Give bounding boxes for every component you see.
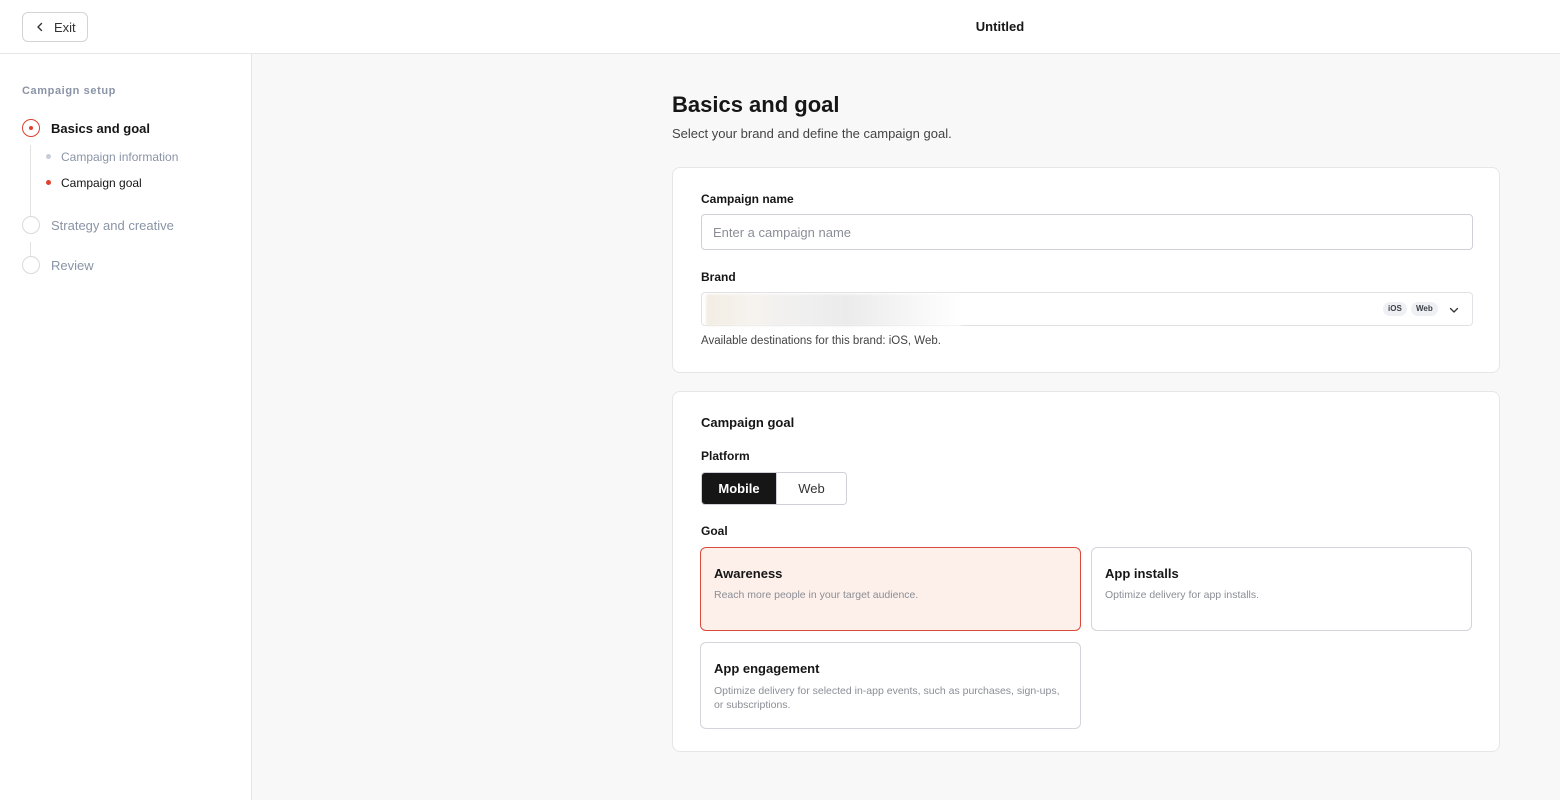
goal-description: Optimize delivery for app installs. — [1105, 589, 1260, 601]
platform-web-button[interactable]: Web — [775, 473, 846, 504]
platform-toggle: Mobile Web — [701, 472, 847, 505]
brand-label: Brand — [701, 270, 736, 284]
goal-option-awareness[interactable]: Awareness Reach more people in your targ… — [700, 547, 1081, 631]
substep-campaign-information[interactable]: Campaign information — [61, 150, 178, 164]
goal-title: App installs — [1105, 566, 1179, 581]
step-indicator-basics — [22, 119, 40, 137]
goal-description: Reach more people in your target audienc… — [714, 589, 919, 601]
step-review[interactable]: Review — [51, 258, 94, 273]
sidebar-heading: Campaign setup — [22, 85, 116, 97]
step-basics-and-goal[interactable]: Basics and goal — [51, 121, 150, 136]
top-bar: Exit Untitled — [0, 0, 1560, 54]
goal-option-app-engagement[interactable]: App engagement Optimize delivery for sel… — [700, 642, 1081, 729]
platform-mobile-button[interactable]: Mobile — [702, 473, 776, 504]
campaign-name-input[interactable] — [701, 214, 1473, 250]
goal-option-app-installs[interactable]: App installs Optimize delivery for app i… — [1091, 547, 1472, 631]
setup-sidebar: Campaign setup Basics and goal Campaign … — [0, 54, 252, 800]
campaign-name-label: Campaign name — [701, 192, 794, 206]
substep-dot — [46, 154, 51, 159]
platform-label: Platform — [701, 449, 750, 463]
destination-badge-web: Web — [1411, 302, 1438, 316]
step-connector — [30, 145, 31, 226]
step-indicator-strategy — [22, 216, 40, 234]
page-subtitle: Select your brand and define the campaig… — [672, 126, 952, 141]
goal-title: Awareness — [714, 566, 783, 581]
step-indicator-review — [22, 256, 40, 274]
campaign-information-card: Campaign name Brand iOS Web Available de… — [672, 167, 1500, 373]
substep-dot-active — [46, 180, 51, 185]
page-title: Basics and goal — [672, 92, 840, 117]
brand-value-redacted — [706, 294, 962, 326]
substep-campaign-goal[interactable]: Campaign goal — [61, 176, 142, 190]
destination-badge-ios: iOS — [1383, 302, 1407, 316]
goal-label: Goal — [701, 524, 728, 538]
chevron-down-icon[interactable] — [1448, 304, 1460, 316]
goal-description: Optimize delivery for selected in-app ev… — [714, 685, 1060, 711]
step-strategy-and-creative[interactable]: Strategy and creative — [51, 218, 174, 233]
brand-select[interactable]: iOS Web — [701, 292, 1473, 326]
brand-helper-text: Available destinations for this brand: i… — [701, 335, 941, 347]
campaign-goal-heading: Campaign goal — [701, 415, 795, 430]
goal-title: App engagement — [714, 661, 820, 676]
campaign-goal-card: Campaign goal Platform Mobile Web Goal A… — [672, 391, 1500, 752]
document-title: Untitled — [975, 19, 1025, 34]
